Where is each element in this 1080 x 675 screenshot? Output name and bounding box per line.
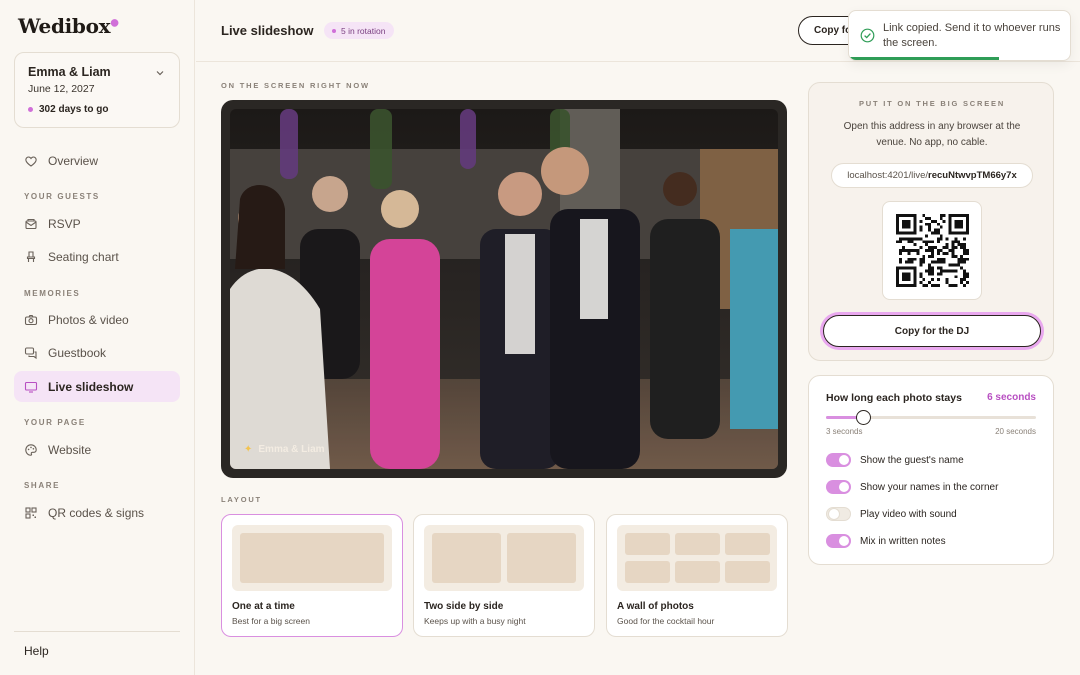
sidebar-item-photos[interactable]: Photos & video [14,304,180,335]
layout-option-two-side-by-side[interactable]: Two side by side Keeps up with a busy ni… [413,514,595,637]
toast-progress-bar [849,57,999,60]
logo[interactable]: Wedibox● [18,14,119,38]
sidebar-item-live-slideshow[interactable]: Live slideshow [14,371,180,402]
photo-duration-label: How long each photo stays [826,392,962,404]
sidebar: Wedibox● Emma & Liam June 12, 2027 302 d… [0,0,195,675]
section-your-guests: YOUR GUESTS [24,192,100,201]
help-link[interactable]: Help [24,644,49,658]
layout-option-subtitle: Keeps up with a busy night [424,616,526,626]
camera-icon [24,314,38,325]
slider-thumb[interactable] [856,410,872,425]
toggle-row-written-notes[interactable]: Mix in written notes [826,533,946,549]
layout-option-title: One at a time [232,601,295,612]
toggle-row-guest-name[interactable]: Show the guest's name [826,452,964,468]
photo-duration-value: 6 seconds [987,392,1036,403]
slideshow-settings-panel: How long each photo stays 6 seconds 3 se… [808,375,1054,565]
layout-option-one-at-a-time[interactable]: One at a time Best for a big screen [221,514,403,637]
sparkle-icon: ✦ [244,444,253,455]
toggle-switch[interactable] [826,534,851,548]
check-circle-icon [860,28,875,43]
event-date: June 12, 2027 [28,83,95,95]
toggle-switch[interactable] [826,453,851,467]
rotation-badge: 5 in rotation [324,22,395,39]
sidebar-item-website[interactable]: Website [14,434,180,465]
layout-preview [424,525,584,591]
chat-icon [24,346,37,359]
toggle-label: Show your names in the corner [860,481,999,493]
palette-icon [25,443,37,456]
stage-eyebrow: ON THE SCREEN RIGHT NOW [221,81,370,90]
current-slide-photo: ✦ Emma & Liam [230,109,778,469]
event-couple: Emma & Liam [28,65,111,79]
qr-code-icon [25,506,37,519]
party-photo-illustration [230,109,778,469]
sidebar-item-seating[interactable]: Seating chart [14,241,180,272]
layout-eyebrow: LAYOUT [221,495,262,504]
toast-message: Link copied. Send it to whoever runs the… [883,22,1061,49]
toggle-switch[interactable] [826,507,851,521]
slide-credit: ✦ Emma & Liam [244,444,325,455]
section-memories: MEMORIES [24,289,81,298]
slider-min-label: 3 seconds [826,427,863,436]
event-switcher[interactable]: Emma & Liam June 12, 2027 302 days to go [14,52,180,128]
sidebar-item-qr-codes[interactable]: QR codes & signs [14,497,180,528]
section-your-page: YOUR PAGE [24,418,86,427]
live-url[interactable]: localhost:4201/live/recuNtwvpTM66y7x [831,163,1033,188]
layout-option-subtitle: Good for the cocktail hour [617,616,715,626]
toggle-label: Mix in written notes [860,535,946,547]
slideshow-stage: ✦ Emma & Liam [221,100,787,478]
layout-option-title: Two side by side [424,601,504,612]
monitor-icon [24,381,38,393]
qr-code-image [896,214,969,287]
heart-icon [25,155,37,167]
layout-preview [617,525,777,591]
photo-duration-slider[interactable] [826,410,1036,425]
toggle-switch[interactable] [826,480,851,494]
qr-code [882,201,982,300]
copy-for-dj-button[interactable]: Copy for the DJ [823,315,1041,347]
sidebar-item-overview[interactable]: Overview [14,145,180,176]
chevron-down-icon [156,71,164,76]
toast-notification: Link copied. Send it to whoever runs the… [848,10,1071,61]
envelope-icon [25,218,37,229]
layout-preview [232,525,392,591]
layout-option-subtitle: Best for a big screen [232,616,310,626]
toggle-label: Show the guest's name [860,454,964,466]
toggle-label: Play video with sound [860,508,957,520]
toggle-row-video-sound[interactable]: Play video with sound [826,506,957,522]
sidebar-item-guestbook[interactable]: Guestbook [14,337,180,368]
slider-max-label: 20 seconds [995,427,1036,436]
big-screen-panel: PUT IT ON THE BIG SCREEN Open this addre… [808,82,1054,361]
sidebar-item-rsvp[interactable]: RSVP [14,208,180,239]
page-title: Live slideshow [221,23,314,38]
layout-option-wall-of-photos[interactable]: A wall of photos Good for the cocktail h… [606,514,788,637]
event-countdown: 302 days to go [28,104,108,115]
big-screen-description: Open this address in any browser at the … [843,121,1021,148]
layout-option-title: A wall of photos [617,601,694,612]
section-share: SHARE [24,481,61,490]
sidebar-divider [14,631,180,632]
big-screen-eyebrow: PUT IT ON THE BIG SCREEN [858,99,1006,108]
chair-icon [26,250,36,262]
toggle-row-names-in-corner[interactable]: Show your names in the corner [826,479,998,495]
